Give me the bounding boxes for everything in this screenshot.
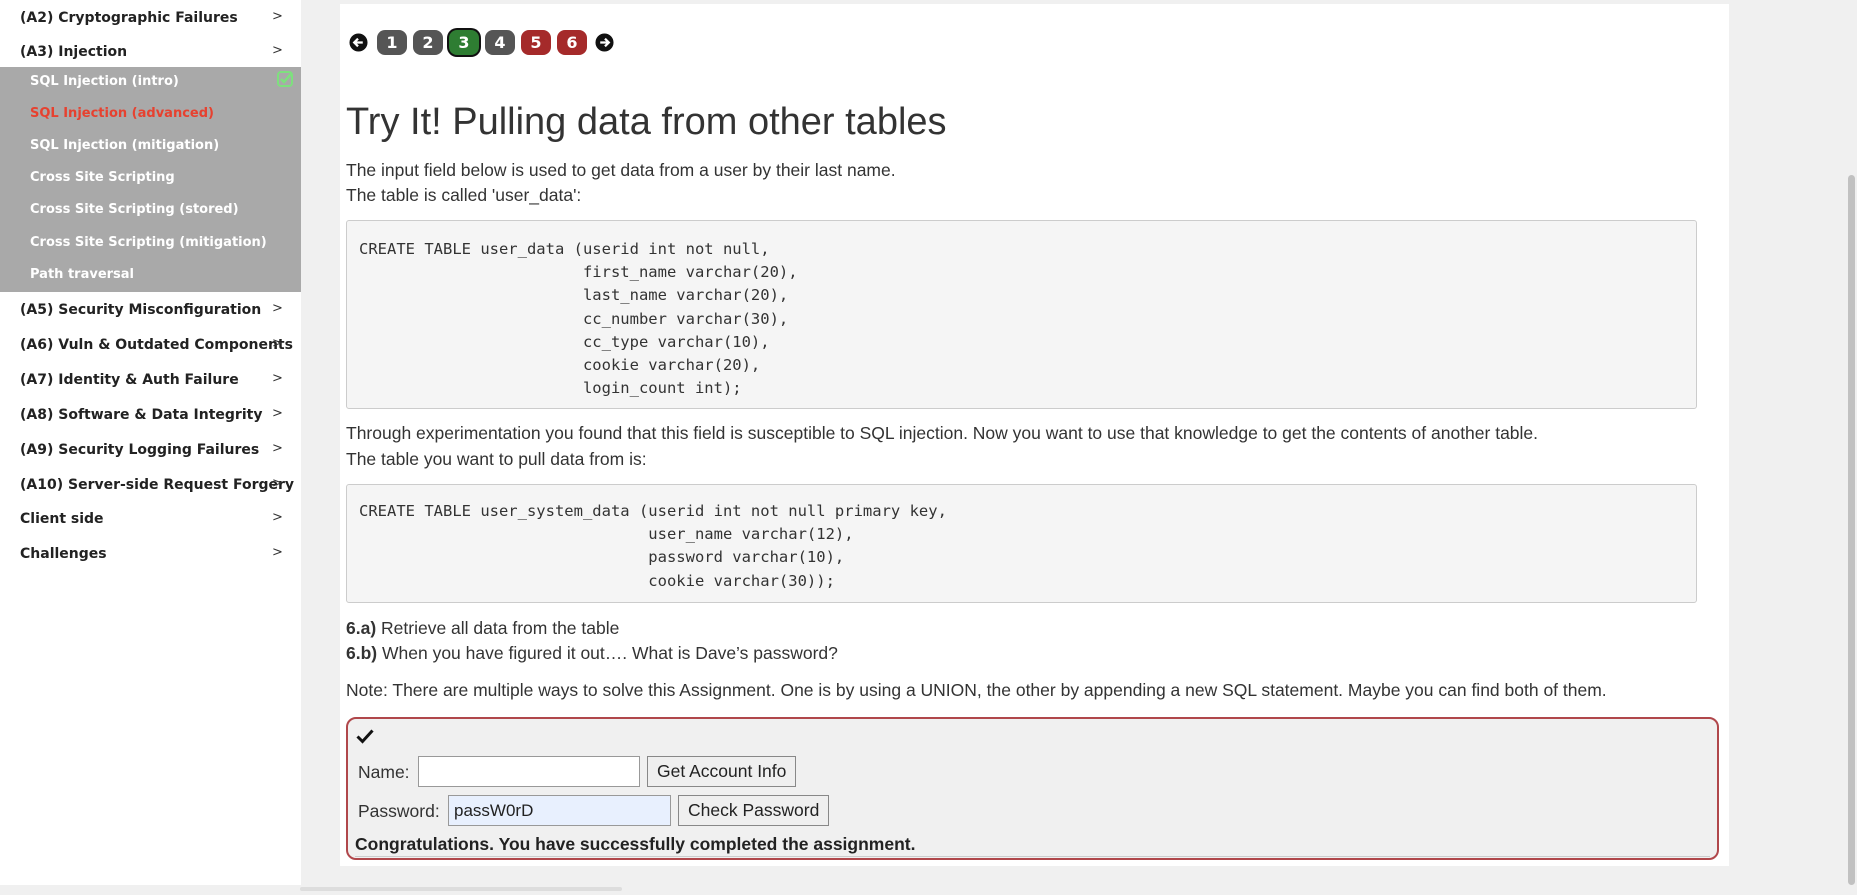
category-label: Client side [20,511,104,527]
page-button-3[interactable]: 3 [449,30,479,55]
table-name-text: The table is called 'user_data': [346,185,582,205]
category-label: (A5) Security Misconfiguration [20,302,262,318]
category-label: (A6) Vuln & Outdated Components [20,337,293,353]
lesson-sql-injection-advanced[interactable]: SQL Injection (advanced) [30,106,214,121]
lesson-title: Try It! Pulling data from other tables [346,101,947,143]
lesson-sql-injection-intro[interactable]: SQL Injection (intro) [30,74,179,89]
assignment-form: Name: Get Account Info Password: Check P… [346,717,1719,860]
sidebar-category-a8[interactable]: (A8) Software & Data Integrity > [0,398,301,432]
lesson-pagination: 1 2 3 4 5 6 [340,27,740,57]
chevron-right-icon: > [272,441,283,456]
lesson-cross-site-scripting-stored[interactable]: Cross Site Scripting (stored) [30,202,239,217]
password-input[interactable] [448,795,671,826]
code-line: login_count int); [359,379,742,398]
chevron-right-icon: > [272,510,283,525]
check-password-button[interactable]: Check Password [678,795,830,826]
assignment-feedback: Congratulations. You have successfully c… [355,834,916,854]
code-line: last_name varchar(20), [359,286,789,305]
horizontal-scrollbar[interactable] [300,887,622,891]
chevron-right-icon: > [272,301,283,316]
chevron-right-icon: > [272,371,283,386]
category-label: (A9) Security Logging Failures [20,442,260,458]
vertical-scrollbar-thumb[interactable] [1848,175,1855,885]
code-line: cc_type varchar(10), [359,332,770,351]
sidebar-category-a9[interactable]: (A9) Security Logging Failures > [0,433,301,467]
category-label: (A7) Identity & Auth Failure [20,372,239,388]
name-label: Name: [358,762,410,782]
code-line: CREATE TABLE user_data (userid int not n… [359,240,770,258]
next-page-icon[interactable] [595,33,614,52]
code-line: password varchar(10), [359,548,845,567]
chevron-right-icon: > [272,336,283,351]
code-line: cookie varchar(20), [359,356,761,375]
checkmark-icon [356,729,374,744]
category-label: Challenges [20,546,107,562]
assignment-note: Note: There are multiple ways to solve t… [346,680,1607,700]
password-label: Password: [358,801,440,821]
lesson-sql-injection-mitigation[interactable]: SQL Injection (mitigation) [30,138,219,153]
lesson-path-traversal[interactable]: Path traversal [30,267,134,282]
page-button-1[interactable]: 1 [377,30,407,55]
sidebar-category-a5[interactable]: (A5) Security Misconfiguration > [0,293,301,327]
task-a-text: Retrieve all data from the table [381,618,620,638]
lesson-cross-site-scripting[interactable]: Cross Site Scripting [30,170,175,185]
feedback-divider [355,856,1710,857]
task-b-text: When you have figured it out…. What is D… [382,643,838,663]
sidebar-category-a6[interactable]: (A6) Vuln & Outdated Components > [0,328,301,362]
code-line: first_name varchar(20), [359,263,798,282]
sidebar-category-a7[interactable]: (A7) Identity & Auth Failure > [0,363,301,397]
lesson-content: 1 2 3 4 5 6 Try It! Pulling data from ot… [340,4,1729,866]
sidebar-category-a2[interactable]: (A2) Cryptographic Failures > [0,1,301,35]
category-label: (A8) Software & Data Integrity [20,407,263,423]
chevron-right-icon: > [272,545,283,560]
target-table-text: The table you want to pull data from is: [346,449,647,469]
task-b: 6.b) When you have figured it out…. What… [346,643,838,664]
user-data-schema-code: CREATE TABLE user_data (userid int not n… [346,220,1697,409]
name-input[interactable] [418,756,640,787]
sidebar: (A2) Cryptographic Failures > (A3) Injec… [0,0,301,885]
sidebar-category-challenges[interactable]: Challenges > [0,537,301,571]
category-label: (A3) Injection [20,44,128,60]
category-label: (A10) Server-side Request Forgery [20,477,295,493]
task-a-label: 6.a) [346,618,377,638]
task-b-label: 6.b) [346,643,378,663]
sidebar-category-a10[interactable]: (A10) Server-side Request Forgery > [0,468,301,502]
page-button-2[interactable]: 2 [413,30,443,55]
page-button-6[interactable]: 6 [557,30,587,55]
task-a: 6.a) Retrieve all data from the table [346,618,619,639]
code-line: cc_number varchar(30), [359,309,789,328]
previous-page-icon[interactable] [349,33,368,52]
chevron-right-icon: > [272,476,283,491]
injection-description-text: Through experimentation you found that t… [346,423,1539,443]
code-line: user_name varchar(12), [359,525,854,544]
page-button-4[interactable]: 4 [485,30,515,55]
chevron-right-icon: > [272,9,283,24]
sidebar-category-a3[interactable]: (A3) Injection > [0,35,301,69]
completed-check-icon [277,71,293,87]
page-button-5[interactable]: 5 [521,30,551,55]
user-system-data-schema-code: CREATE TABLE user_system_data (userid in… [346,484,1697,603]
chevron-right-icon: > [272,406,283,421]
get-account-info-button[interactable]: Get Account Info [647,756,797,787]
chevron-right-icon: > [272,43,283,58]
sidebar-category-client-side[interactable]: Client side > [0,502,301,536]
code-line: cookie varchar(30)); [359,571,835,590]
code-line: CREATE TABLE user_system_data (userid in… [359,502,947,520]
lesson-cross-site-scripting-mitigation[interactable]: Cross Site Scripting (mitigation) [30,235,267,250]
category-label: (A2) Cryptographic Failures [20,10,238,26]
intro-text: The input field below is used to get dat… [346,160,896,180]
